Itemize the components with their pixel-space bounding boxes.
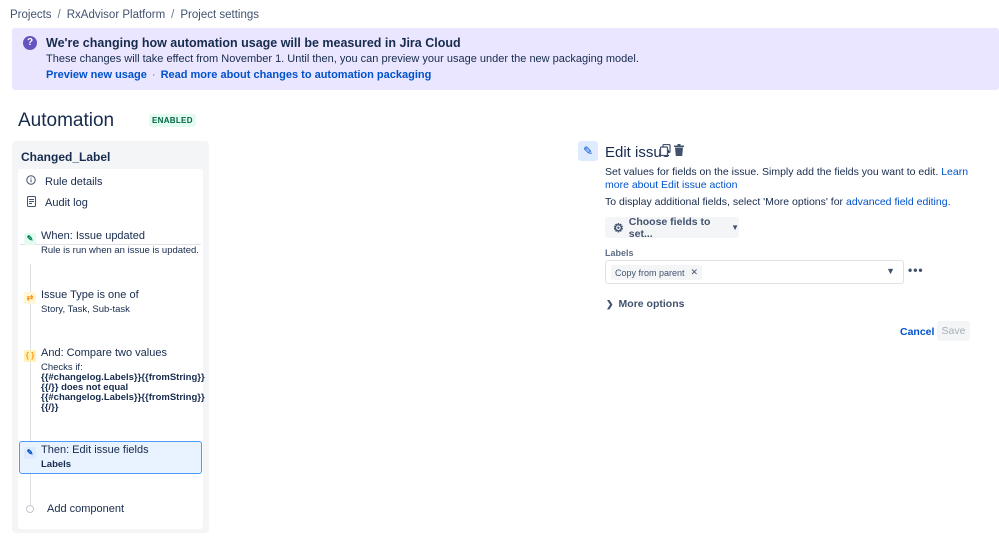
editor-description-2-text: To display additional fields, select 'Mo…: [605, 196, 844, 208]
read-more-packaging-link[interactable]: Read more about changes to automation pa…: [161, 69, 432, 81]
step-desc-line: {{/}}: [41, 402, 59, 413]
audit-log-label: Audit log: [45, 197, 88, 209]
cancel-button[interactable]: Cancel: [895, 323, 939, 341]
braces-icon: { }: [24, 350, 36, 362]
close-icon[interactable]: ✕: [691, 267, 699, 278]
step-title: When: Issue updated: [41, 230, 145, 242]
breadcrumb-separator: /: [57, 9, 61, 21]
add-component-dot: [26, 505, 34, 513]
step-desc: Story, Task, Sub-task: [41, 304, 130, 315]
preview-usage-link[interactable]: Preview new usage: [46, 69, 147, 81]
editor-description: Set values for fields on the issue. Simp…: [605, 166, 985, 191]
more-actions-icon[interactable]: •••: [908, 263, 924, 277]
labels-select[interactable]: Copy from parent ✕ ▼: [605, 260, 904, 284]
label-tag-text: Copy from parent: [615, 267, 685, 278]
add-component-button[interactable]: Add component: [47, 503, 124, 515]
editor-description-text: Set values for fields on the issue. Simp…: [605, 166, 939, 178]
breadcrumb-separator: /: [171, 9, 175, 21]
rule-name: Changed_Label: [21, 150, 111, 164]
editor-description-2-end: .: [947, 196, 951, 208]
banner-links: Preview new usage · Read more about chan…: [46, 69, 431, 81]
info-banner: ? We're changing how automation usage wi…: [12, 28, 999, 90]
chevron-down-icon[interactable]: ▼: [886, 266, 895, 276]
trash-icon[interactable]: [674, 144, 684, 159]
breadcrumb-project-settings[interactable]: Project settings: [180, 9, 259, 21]
step-title: And: Compare two values: [41, 347, 167, 359]
pencil-icon: ✎: [24, 233, 36, 245]
gear-icon: ⚙: [613, 220, 624, 235]
banner-title: We're changing how automation usage will…: [46, 36, 461, 50]
pencil-icon: ✎: [24, 447, 36, 459]
chevron-right-icon: ❯: [606, 298, 614, 309]
more-options-label: More options: [618, 298, 685, 310]
step-desc: Rule is run when an issue is updated.: [41, 245, 199, 256]
banner-body: These changes will take effect from Nove…: [46, 53, 639, 65]
breadcrumb-project[interactable]: RxAdvisor Platform: [67, 9, 165, 21]
question-icon: ?: [23, 36, 37, 50]
document-icon: [25, 196, 37, 210]
rule-details-label: Rule details: [45, 175, 103, 188]
advanced-field-editing-link[interactable]: advanced field editing: [846, 196, 948, 208]
rule-components: Rule details Audit log ✎ When: Issue upd…: [18, 169, 205, 529]
rule-panel: Changed_Label Rule details Audit log ✎ W…: [12, 141, 209, 533]
label-tag: Copy from parent ✕: [611, 265, 703, 280]
rule-details-item[interactable]: Rule details: [25, 175, 102, 188]
banner-link-separator: ·: [151, 69, 156, 81]
copy-icon[interactable]: [659, 143, 671, 159]
info-icon: [25, 175, 37, 188]
step-title: Issue Type is one of: [41, 289, 139, 301]
choose-fields-button[interactable]: ⚙ Choose fields to set... ▼: [605, 215, 739, 240]
step-desc: Labels: [41, 459, 72, 470]
page-title: Automation: [18, 110, 115, 131]
labels-field-label: Labels: [605, 248, 634, 258]
pencil-icon: ✎: [578, 141, 598, 161]
editor-description-2: To display additional fields, select 'Mo…: [605, 196, 950, 208]
choose-fields-label: Choose fields to set...: [628, 215, 711, 240]
status-badge: ENABLED: [149, 114, 196, 127]
audit-log-item[interactable]: Audit log: [25, 196, 88, 210]
more-options-toggle[interactable]: ❯ More options: [606, 298, 684, 310]
chevron-down-icon: ▼: [731, 223, 739, 232]
breadcrumb-projects[interactable]: Projects: [10, 9, 52, 21]
breadcrumb: Projects / RxAdvisor Platform / Project …: [10, 9, 259, 21]
step-title: Then: Edit issue fields: [41, 444, 149, 456]
step-desc-line: {{#changelog.Labels}}{{fromString}}: [41, 392, 205, 403]
shuffle-icon: ⇄: [24, 292, 36, 304]
save-button[interactable]: Save: [937, 321, 970, 341]
